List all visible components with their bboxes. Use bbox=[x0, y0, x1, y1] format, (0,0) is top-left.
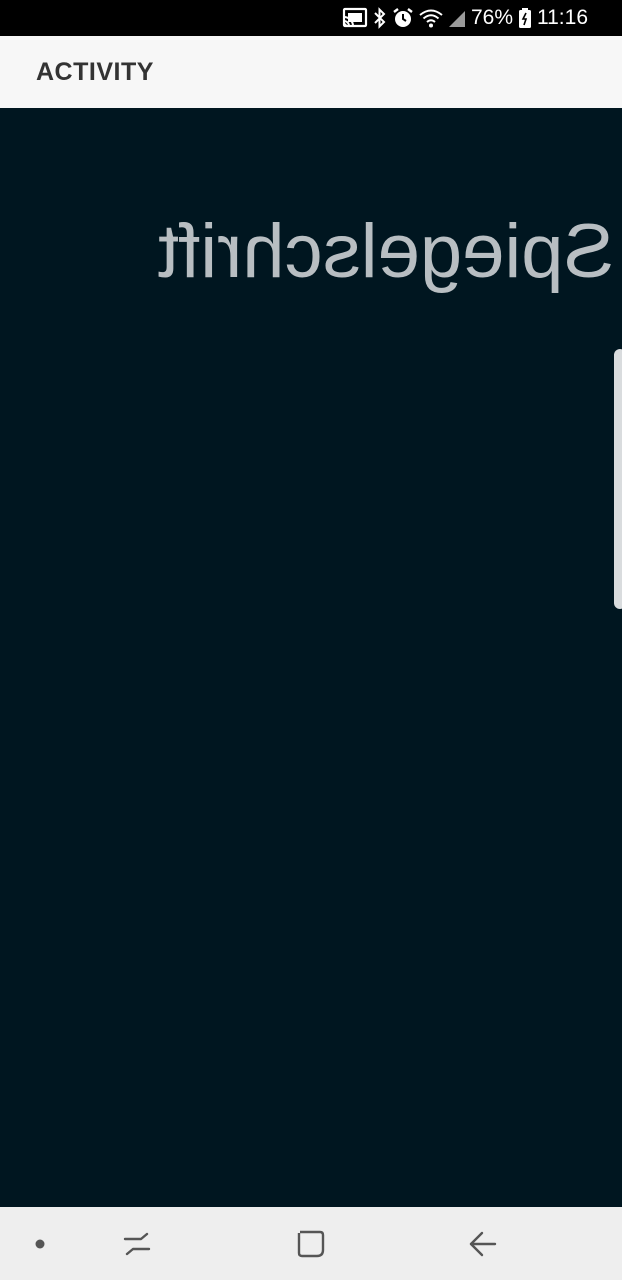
app-bar: ACTIVITY bbox=[0, 36, 622, 108]
recents-icon[interactable] bbox=[112, 1207, 162, 1280]
signal-icon bbox=[448, 7, 466, 29]
bluetooth-icon bbox=[373, 7, 387, 29]
alarm-icon bbox=[392, 7, 414, 29]
edge-panel-handle[interactable] bbox=[614, 349, 622, 609]
navigation-bar bbox=[0, 1207, 622, 1280]
battery-percent: 76% bbox=[470, 6, 513, 29]
back-icon[interactable] bbox=[458, 1207, 508, 1280]
dot-icon[interactable] bbox=[20, 1207, 60, 1280]
mirror-text-view: Spiegelschrift bbox=[0, 108, 622, 1207]
wifi-icon bbox=[419, 7, 443, 29]
mirrored-text-container: Spiegelschrift bbox=[158, 208, 622, 298]
clock: 11:16 bbox=[537, 6, 588, 29]
cast-icon bbox=[342, 7, 368, 29]
home-icon[interactable] bbox=[286, 1207, 336, 1280]
page-title: ACTIVITY bbox=[36, 58, 154, 86]
battery-icon bbox=[518, 7, 532, 29]
screen: 76% 11:16 ACTIVITY Spiegelschrift bbox=[0, 0, 622, 1280]
status-icons: 76% 11:16 bbox=[342, 0, 588, 36]
mirrored-text: Spiegelschrift bbox=[158, 209, 615, 294]
status-bar: 76% 11:16 bbox=[0, 0, 622, 36]
